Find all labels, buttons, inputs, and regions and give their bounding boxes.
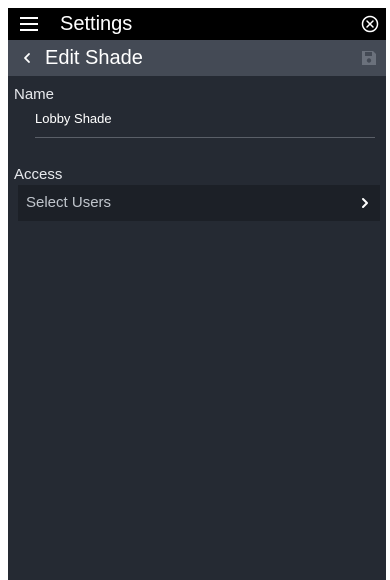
- close-icon[interactable]: [360, 14, 380, 34]
- access-label: Access: [14, 166, 63, 183]
- name-label: Name: [14, 86, 55, 103]
- name-input[interactable]: Lobby Shade: [35, 109, 375, 138]
- app-title: Settings: [60, 13, 133, 35]
- select-users-row[interactable]: Select Users: [18, 185, 380, 221]
- back-chevron-icon[interactable]: [20, 48, 34, 68]
- select-users-label: Select Users: [26, 194, 112, 211]
- chevron-right-icon: [362, 198, 368, 208]
- page-title: Edit Shade: [45, 47, 143, 69]
- hamburger-menu-icon[interactable]: [20, 17, 38, 31]
- settings-panel: Settings Edit Shade Name Lobby Shade Acc…: [8, 8, 386, 580]
- page-header: Edit Shade: [8, 40, 386, 76]
- top-bar: Settings: [8, 8, 386, 40]
- save-icon[interactable]: [360, 49, 378, 67]
